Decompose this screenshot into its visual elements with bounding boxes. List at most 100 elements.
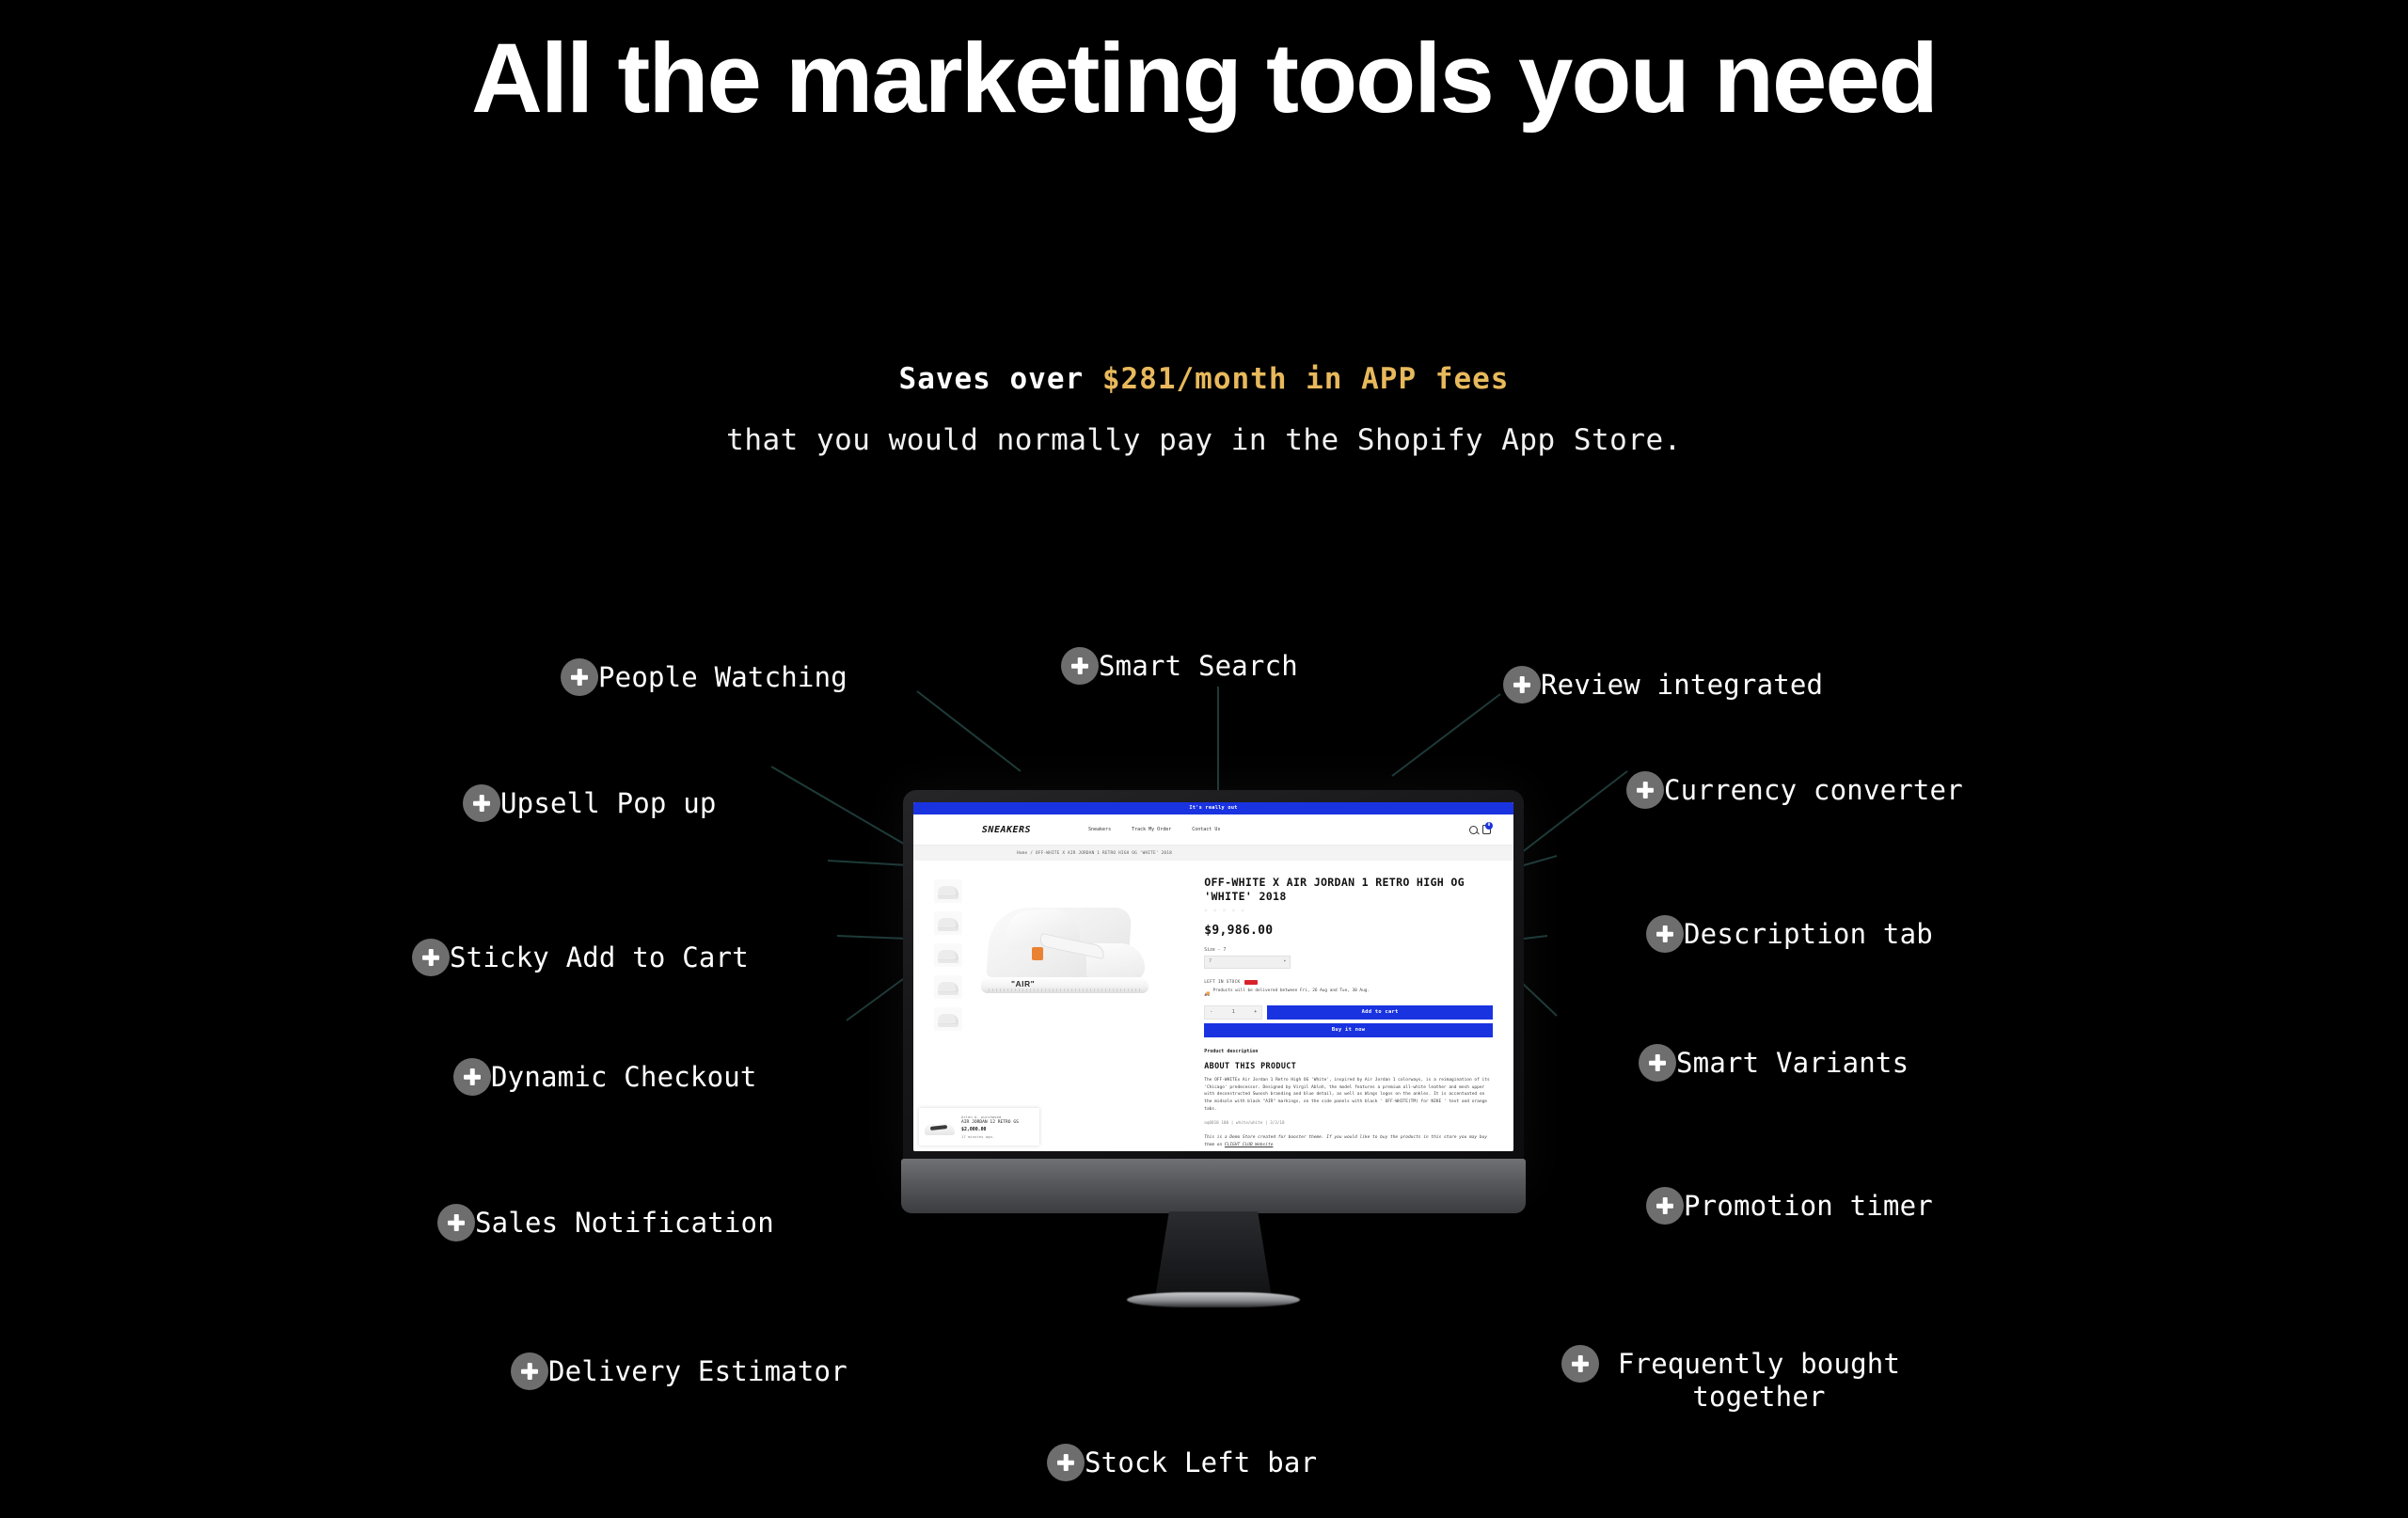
product-main-image: "AIR" <box>968 876 1191 1031</box>
feature-frequently-bought-together[interactable]: Frequently bought together <box>1561 1345 1956 1414</box>
plus-icon[interactable] <box>437 1204 475 1241</box>
feature-sticky-add-to-cart[interactable]: Sticky Add to Cart <box>412 939 749 976</box>
feature-delivery-estimator[interactable]: Delivery Estimator <box>511 1352 848 1390</box>
monitor-screen: It's really out SNEAKERS Sneakers Track … <box>913 802 1513 1151</box>
feature-label: Upsell Pop up <box>500 787 717 819</box>
announcement-bar: It's really out <box>913 802 1513 814</box>
about-body: The OFF-WHITEx Air Jordan 1 Retro High O… <box>1204 1077 1490 1113</box>
thumbnail-4[interactable] <box>934 975 962 999</box>
feature-smart-variants[interactable]: Smart Variants <box>1639 1044 1909 1082</box>
feature-label: Sticky Add to Cart <box>450 941 749 973</box>
feature-label: Dynamic Checkout <box>491 1061 757 1093</box>
size-select-value: 7 <box>1209 959 1212 965</box>
savings-subtitle: Saves over $281/month in APP fees <box>0 362 2408 396</box>
feature-label: Smart Search <box>1099 650 1298 682</box>
imac-mockup: It's really out SNEAKERS Sneakers Track … <box>901 790 1526 1307</box>
store-navbar: SNEAKERS Sneakers Track My Order Contact… <box>913 814 1513 846</box>
plus-icon[interactable] <box>1061 647 1099 685</box>
feature-smart-search[interactable]: Smart Search <box>1061 647 1298 685</box>
monitor-chin <box>901 1159 1526 1213</box>
search-icon[interactable] <box>1469 825 1478 834</box>
product-info: OFF-WHITE X AIR JORDAN 1 RETRO HIGH OG '… <box>1191 876 1493 1151</box>
notification-text: Arlen A. purchased AIR JORDAN 12 RETRO G… <box>961 1115 1036 1139</box>
buy-it-now-button[interactable]: Buy it now <box>1204 1022 1493 1037</box>
feature-upsell-popup[interactable]: Upsell Pop up <box>463 784 717 822</box>
plus-icon[interactable] <box>1047 1444 1085 1481</box>
nav-link-sneakers[interactable]: Sneakers <box>1088 827 1111 832</box>
thumbnail-5[interactable] <box>934 1007 962 1031</box>
notification-who: Arlen A. purchased <box>961 1114 1002 1119</box>
storefront-page: It's really out SNEAKERS Sneakers Track … <box>913 802 1513 1151</box>
thumbnail-1[interactable] <box>934 879 962 903</box>
feature-label: Promotion timer <box>1684 1190 1933 1222</box>
savings-amount: $281/month in APP fees <box>1101 362 1510 396</box>
feature-people-watching[interactable]: People Watching <box>561 658 848 696</box>
product-title: OFF-WHITE X AIR JORDAN 1 RETRO HIGH OG '… <box>1204 876 1465 903</box>
feature-currency-converter[interactable]: Currency converter <box>1626 771 1963 809</box>
thumbnail-3[interactable] <box>934 943 962 967</box>
add-to-cart-button[interactable]: Add to cart <box>1267 1004 1493 1020</box>
plus-icon[interactable] <box>511 1352 548 1390</box>
nav-link-track-order[interactable]: Track My Order <box>1132 827 1171 832</box>
navbar-actions: 0 <box>1469 822 1493 834</box>
description-tab[interactable]: Product description <box>1204 1049 1493 1054</box>
delivery-estimator: 🚚 Products will be delivered between Fri… <box>1204 988 1493 997</box>
feature-label: Sales Notification <box>475 1207 774 1239</box>
notification-time: 17 minutes ago. <box>961 1134 995 1140</box>
quantity-stepper[interactable]: - 1 + <box>1204 1004 1263 1020</box>
feature-stock-left-bar[interactable]: Stock Left bar <box>1047 1444 1317 1481</box>
notification-thumbnail <box>923 1115 957 1138</box>
feature-sales-notification[interactable]: Sales Notification <box>437 1204 774 1241</box>
page-root: All the marketing tools you need Saves o… <box>0 0 2408 1518</box>
feature-review-integrated[interactable]: Review integrated <box>1503 666 1823 704</box>
flight-club-link[interactable]: FLIGHT CLUB Website <box>1225 1143 1273 1147</box>
qty-plus-button[interactable]: + <box>1254 1009 1257 1015</box>
qty-minus-button[interactable]: - <box>1210 1009 1212 1015</box>
notification-item: AIR JORDAN 12 RETRO GS <box>961 1119 1019 1125</box>
qty-value: 1 <box>1231 1009 1235 1016</box>
monitor-stand-foot <box>1127 1292 1300 1307</box>
feature-label: Description tab <box>1684 918 1933 950</box>
cart-count-badge: 0 <box>1485 822 1493 830</box>
feature-label: Frequently bought together <box>1617 1348 1901 1413</box>
size-select[interactable]: 7 ▾ <box>1204 955 1291 969</box>
plus-icon[interactable] <box>1646 1187 1684 1225</box>
plus-icon[interactable] <box>1639 1044 1676 1082</box>
plus-icon[interactable] <box>1503 666 1541 704</box>
plus-icon[interactable] <box>1626 771 1664 809</box>
product-meta: aq0818 100 | white/white | 3/3/18 <box>1204 1121 1285 1127</box>
stock-label: LEFT IN STOCK <box>1204 979 1241 985</box>
nav-link-contact-us[interactable]: Contact Us <box>1192 827 1220 832</box>
feature-label: Stock Left bar <box>1085 1447 1318 1478</box>
thumbnail-2[interactable] <box>934 911 962 935</box>
plus-icon[interactable] <box>1561 1345 1599 1383</box>
about-heading: ABOUT THIS PRODUCT <box>1204 1060 1297 1070</box>
purchase-row: - 1 + Add to cart <box>1204 1004 1493 1020</box>
stock-left-bar: LEFT IN STOCK <box>1204 979 1493 985</box>
notification-price: $2,000.00 <box>961 1127 987 1133</box>
feature-label: Currency converter <box>1664 774 1963 806</box>
store-nav-links: Sneakers Track My Order Contact Us <box>1088 827 1220 832</box>
plus-icon[interactable] <box>463 784 500 822</box>
page-title: All the marketing tools you need <box>471 24 1939 134</box>
plus-icon[interactable] <box>561 658 598 696</box>
store-logo: SNEAKERS <box>981 824 1032 835</box>
product-price: $9,986.00 <box>1204 923 1274 938</box>
savings-prefix: Saves over <box>898 362 1102 396</box>
feature-dynamic-checkout[interactable]: Dynamic Checkout <box>453 1058 757 1096</box>
delivery-text: Products will be delivered between Fri, … <box>1212 988 1370 993</box>
feature-description-tab[interactable]: Description tab <box>1646 915 1933 953</box>
plus-icon[interactable] <box>1646 915 1684 953</box>
savings-subtitle-line2: that you would normally pay in the Shopi… <box>726 423 1682 457</box>
plus-icon[interactable] <box>453 1058 491 1096</box>
truck-icon: 🚚 <box>1204 990 1211 997</box>
sales-notification-popup[interactable]: Arlen A. purchased AIR JORDAN 12 RETRO G… <box>919 1108 1039 1146</box>
sneaker-illustration: "AIR" <box>981 906 1149 1000</box>
plus-icon[interactable] <box>412 939 450 976</box>
feature-promotion-timer[interactable]: Promotion timer <box>1646 1187 1933 1225</box>
stock-bar-fill <box>1244 979 1258 985</box>
features-diagram: It's really out SNEAKERS Sneakers Track … <box>0 583 2408 1518</box>
breadcrumb: Home / OFF-WHITE X AIR JORDAN 1 RETRO HI… <box>913 846 1513 861</box>
size-label: Size - 7 <box>1204 947 1227 953</box>
cart-icon[interactable]: 0 <box>1482 822 1493 834</box>
